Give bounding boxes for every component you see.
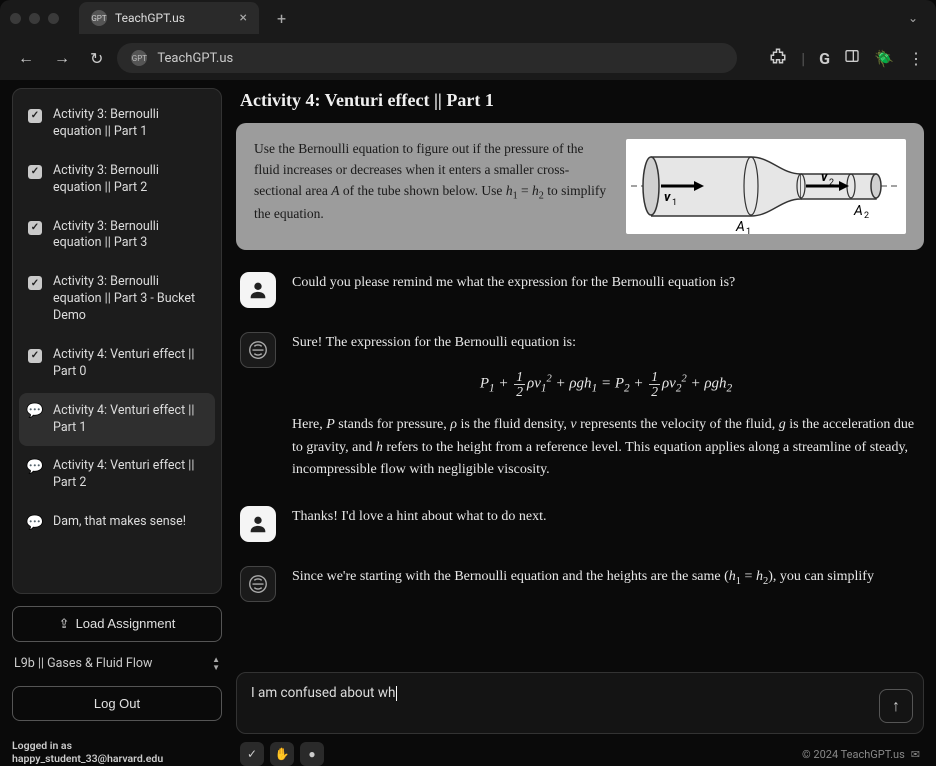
window-max-dot[interactable] <box>48 13 59 24</box>
svg-text:v: v <box>664 190 671 205</box>
message-0: Could you please remind me what the expr… <box>240 272 920 308</box>
select-caret-icon: ▲▼ <box>212 656 220 672</box>
footer: ✓ ✋ ● © 2024 TeachGPT.us ✉ <box>236 742 924 766</box>
chat-input-text: I am confused about wh <box>251 685 909 701</box>
footer-hand-icon[interactable]: ✋ <box>270 742 294 766</box>
chat-icon: 💬 <box>26 402 43 421</box>
sidebar-item-label: Activity 4: Venturi effect || Part 2 <box>53 458 207 492</box>
check-icon: ✓ <box>28 276 42 290</box>
course-select[interactable]: L9b || Gases & Fluid Flow ▲▼ <box>12 652 222 676</box>
tab-title: TeachGPT.us <box>115 11 185 25</box>
check-icon: ✓ <box>28 109 42 123</box>
logout-button[interactable]: Log Out <box>12 686 222 721</box>
browser-nav-bar: ← → ↻ GPT TeachGPT.us | G 🪲 ⋮ <box>0 36 936 80</box>
svg-text:1: 1 <box>746 227 751 234</box>
venturi-diagram: v1 A1 v2 A2 <box>626 139 906 234</box>
back-icon[interactable]: ← <box>12 44 40 72</box>
sidebar-list: ✓ Activity 3: Bernoulli equation || Part … <box>12 88 222 594</box>
tab-favicon: GPT <box>91 10 107 26</box>
user-avatar <box>240 506 276 542</box>
load-assignment-button[interactable]: ⇪ Load Assignment <box>12 606 222 642</box>
address-bar[interactable]: GPT TeachGPT.us <box>117 43 737 73</box>
address-url: TeachGPT.us <box>157 51 233 66</box>
sidebar-item-3[interactable]: ✓ Activity 3: Bernoulli equation || Part … <box>19 264 215 335</box>
login-user: happy_student_33@harvard.edu <box>12 752 163 765</box>
prompt-box: Use the Bernoulli equation to figure out… <box>236 123 924 250</box>
chat-icon: 💬 <box>26 458 43 477</box>
copyright: © 2024 TeachGPT.us ✉ <box>802 748 920 761</box>
chat-area: Could you please remind me what the expr… <box>236 272 924 672</box>
chat-icon: 💬 <box>26 514 43 533</box>
sidebar-item-label: Dam, that makes sense! <box>53 514 207 531</box>
upload-icon: ⇪ <box>59 616 70 632</box>
message-1: Sure! The expression for the Bernoulli e… <box>240 332 920 482</box>
prompt-text: Use the Bernoulli equation to figure out… <box>254 139 608 234</box>
check-icon: ✓ <box>28 221 42 235</box>
sidebar-item-6[interactable]: 💬 Activity 4: Venturi effect || Part 2 <box>19 448 215 502</box>
sidebar-item-label: Activity 3: Bernoulli equation || Part 1 <box>53 107 207 141</box>
extensions-icon[interactable] <box>769 47 787 69</box>
browser-tab-bar: GPT TeachGPT.us × + ⌄ <box>0 0 936 36</box>
check-icon: ✓ <box>28 165 42 179</box>
tabs-dropdown-icon[interactable]: ⌄ <box>900 7 926 29</box>
main-panel: Activity 4: Venturi effect || Part 1 Use… <box>236 88 924 766</box>
check-icon: ✓ <box>28 349 42 363</box>
svg-text:2: 2 <box>829 178 834 188</box>
message-text: Could you please remind me what the expr… <box>292 272 735 308</box>
send-button[interactable]: ↑ <box>879 689 913 723</box>
reload-icon[interactable]: ↻ <box>84 45 109 72</box>
message-text: Since we're starting with the Bernoulli … <box>292 566 874 602</box>
svg-text:v: v <box>821 170 828 185</box>
message-3: Since we're starting with the Bernoulli … <box>240 566 920 602</box>
sidebar-item-5[interactable]: 💬 Activity 4: Venturi effect || Part 1 <box>19 393 215 447</box>
message-2: Thanks! I'd love a hint about what to do… <box>240 506 920 542</box>
sidebar-item-0[interactable]: ✓ Activity 3: Bernoulli equation || Part … <box>19 97 215 151</box>
course-label: L9b || Gases & Fluid Flow <box>14 656 152 671</box>
chat-input[interactable]: I am confused about wh ↑ <box>236 672 924 734</box>
sidebar: ✓ Activity 3: Bernoulli equation || Part … <box>12 88 222 766</box>
sidebar-item-label: Activity 3: Bernoulli equation || Part 3 <box>53 219 207 253</box>
panel-icon[interactable] <box>844 48 860 68</box>
close-tab-icon[interactable]: × <box>240 10 247 26</box>
bug-icon[interactable]: 🪲 <box>874 49 894 68</box>
sidebar-item-label: Activity 3: Bernoulli equation || Part 3… <box>53 274 207 325</box>
menu-icon[interactable]: ⋮ <box>908 49 924 68</box>
message-text: Sure! The expression for the Bernoulli e… <box>292 332 920 482</box>
load-assignment-label: Load Assignment <box>76 616 176 631</box>
login-info: Logged in as happy_student_33@harvard.ed… <box>12 739 222 766</box>
logout-label: Log Out <box>94 696 140 711</box>
activity-title: Activity 4: Venturi effect || Part 1 <box>240 90 924 111</box>
svg-text:A: A <box>853 203 863 219</box>
sidebar-item-7[interactable]: 💬 Dam, that makes sense! <box>19 504 215 541</box>
window-controls <box>10 13 59 24</box>
new-tab-button[interactable]: + <box>269 5 294 32</box>
svg-text:A: A <box>735 219 745 234</box>
user-avatar <box>240 272 276 308</box>
sidebar-item-label: Activity 3: Bernoulli equation || Part 2 <box>53 163 207 197</box>
bot-avatar <box>240 566 276 602</box>
bot-avatar <box>240 332 276 368</box>
browser-tab[interactable]: GPT TeachGPT.us × <box>79 2 259 34</box>
sidebar-item-2[interactable]: ✓ Activity 3: Bernoulli equation || Part … <box>19 209 215 263</box>
login-prefix: Logged in as <box>12 739 72 752</box>
message-text: Thanks! I'd love a hint about what to do… <box>292 506 546 542</box>
mail-icon[interactable]: ✉ <box>911 748 920 761</box>
svg-text:2: 2 <box>864 211 869 221</box>
arrow-up-icon: ↑ <box>892 696 900 716</box>
site-favicon: GPT <box>131 50 147 66</box>
footer-dot-icon[interactable]: ● <box>300 742 324 766</box>
sidebar-item-4[interactable]: ✓ Activity 4: Venturi effect || Part 0 <box>19 337 215 391</box>
google-icon[interactable]: G <box>819 49 830 68</box>
svg-text:1: 1 <box>672 198 677 208</box>
window-min-dot[interactable] <box>29 13 40 24</box>
sidebar-item-label: Activity 4: Venturi effect || Part 0 <box>53 347 207 381</box>
sidebar-item-label: Activity 4: Venturi effect || Part 1 <box>53 403 207 437</box>
footer-check-icon[interactable]: ✓ <box>240 742 264 766</box>
forward-icon[interactable]: → <box>48 44 76 72</box>
window-close-dot[interactable] <box>10 13 21 24</box>
sidebar-item-1[interactable]: ✓ Activity 3: Bernoulli equation || Part … <box>19 153 215 207</box>
